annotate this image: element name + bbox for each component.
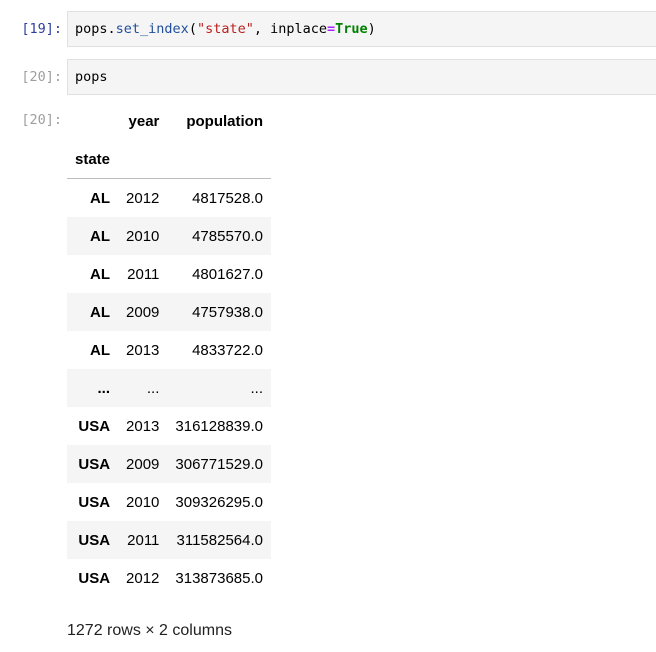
header-blank	[118, 140, 168, 179]
column-header-population: population	[186, 112, 263, 130]
table-row: AL 2013 4833722.0	[67, 331, 271, 369]
cell-population: 313873685.0	[175, 569, 263, 587]
cell-year: 2009	[126, 303, 160, 321]
cell-year: 2010	[126, 227, 160, 245]
cell-population: 311582564.0	[176, 531, 263, 549]
row-index-state: AL	[90, 265, 111, 283]
dataframe-shape-summary: 1272 rows × 2 columns	[67, 622, 232, 639]
index-name: state	[67, 140, 119, 179]
cell-population: 4801627.0	[192, 265, 263, 283]
input-prompt: [19]:	[21, 21, 62, 37]
row-index-state: ...	[97, 379, 111, 397]
row-index-state: USA	[78, 569, 111, 587]
table-row: AL 2012 4817528.0	[67, 179, 271, 218]
row-index-state: USA	[78, 417, 111, 435]
table-row: USA 2011 311582564.0	[67, 521, 271, 559]
cell-population: 4817528.0	[192, 189, 263, 207]
table-row: AL 2011 4801627.0	[67, 255, 271, 293]
cell-population: 4833722.0	[192, 341, 263, 359]
dataframe-table: year population state AL 2012 4817528.0 AL 2…	[67, 102, 271, 597]
row-index-state: AL	[90, 227, 111, 245]
cell-year: 2010	[126, 493, 160, 511]
cell-population: 306771529.0	[175, 455, 263, 473]
header-blank	[67, 102, 118, 140]
code-token: pops	[75, 69, 108, 85]
column-header-year: year	[128, 112, 160, 130]
code-token: (	[188, 21, 197, 37]
table-row: USA 2013 316128839.0	[67, 407, 271, 445]
table-row: USA 2010 309326295.0	[67, 483, 271, 521]
cell-year: 2013	[126, 417, 160, 435]
row-index-state: AL	[90, 341, 111, 359]
cell-population: 309326295.0	[175, 493, 263, 511]
cell-population: 4757938.0	[192, 303, 263, 321]
table-row: USA 2012 313873685.0	[67, 559, 271, 597]
cell-year: 2011	[127, 531, 160, 549]
code-editor[interactable]: pops.set_index("state", inplace=True)	[67, 11, 656, 47]
code-token: .	[107, 21, 116, 37]
code-token: pops	[75, 21, 108, 37]
table-row: AL 2010 4785570.0	[67, 217, 271, 255]
code-token: , inplace	[253, 21, 328, 37]
cell-population: ...	[250, 379, 263, 397]
output-prompt: [20]:	[21, 112, 62, 128]
index-header-row: state	[67, 140, 271, 179]
code-editor[interactable]: pops	[67, 59, 656, 95]
cell-year: 2011	[127, 265, 160, 283]
table-row: AL 2009 4757938.0	[67, 293, 271, 331]
code-token: set_index	[115, 21, 189, 37]
cell-year: 2012	[126, 569, 160, 587]
cell-year: 2013	[126, 341, 160, 359]
code-token: )	[367, 21, 376, 37]
header-blank	[167, 140, 271, 179]
table-row: USA 2009 306771529.0	[67, 445, 271, 483]
code-token: =	[327, 21, 336, 37]
row-index-state: USA	[78, 455, 111, 473]
code-token: True	[335, 21, 368, 37]
row-index-state: USA	[78, 493, 111, 511]
cell-year: ...	[146, 379, 160, 397]
row-index-state: AL	[90, 303, 111, 321]
table-row: .........	[67, 369, 271, 407]
cell-year: 2009	[126, 455, 160, 473]
table-body: AL 2012 4817528.0 AL 2010 4785570.0 AL 2011 4801…	[67, 179, 271, 598]
cell-population: 316128839.0	[175, 417, 263, 435]
row-index-state: USA	[78, 531, 111, 549]
cell-year: 2012	[126, 189, 160, 207]
code-token: "state"	[196, 21, 254, 37]
input-prompt: [20]:	[21, 69, 62, 85]
cell-population: 4785570.0	[192, 227, 263, 245]
row-index-state: AL	[90, 189, 111, 207]
column-header-row: year population	[67, 102, 271, 140]
